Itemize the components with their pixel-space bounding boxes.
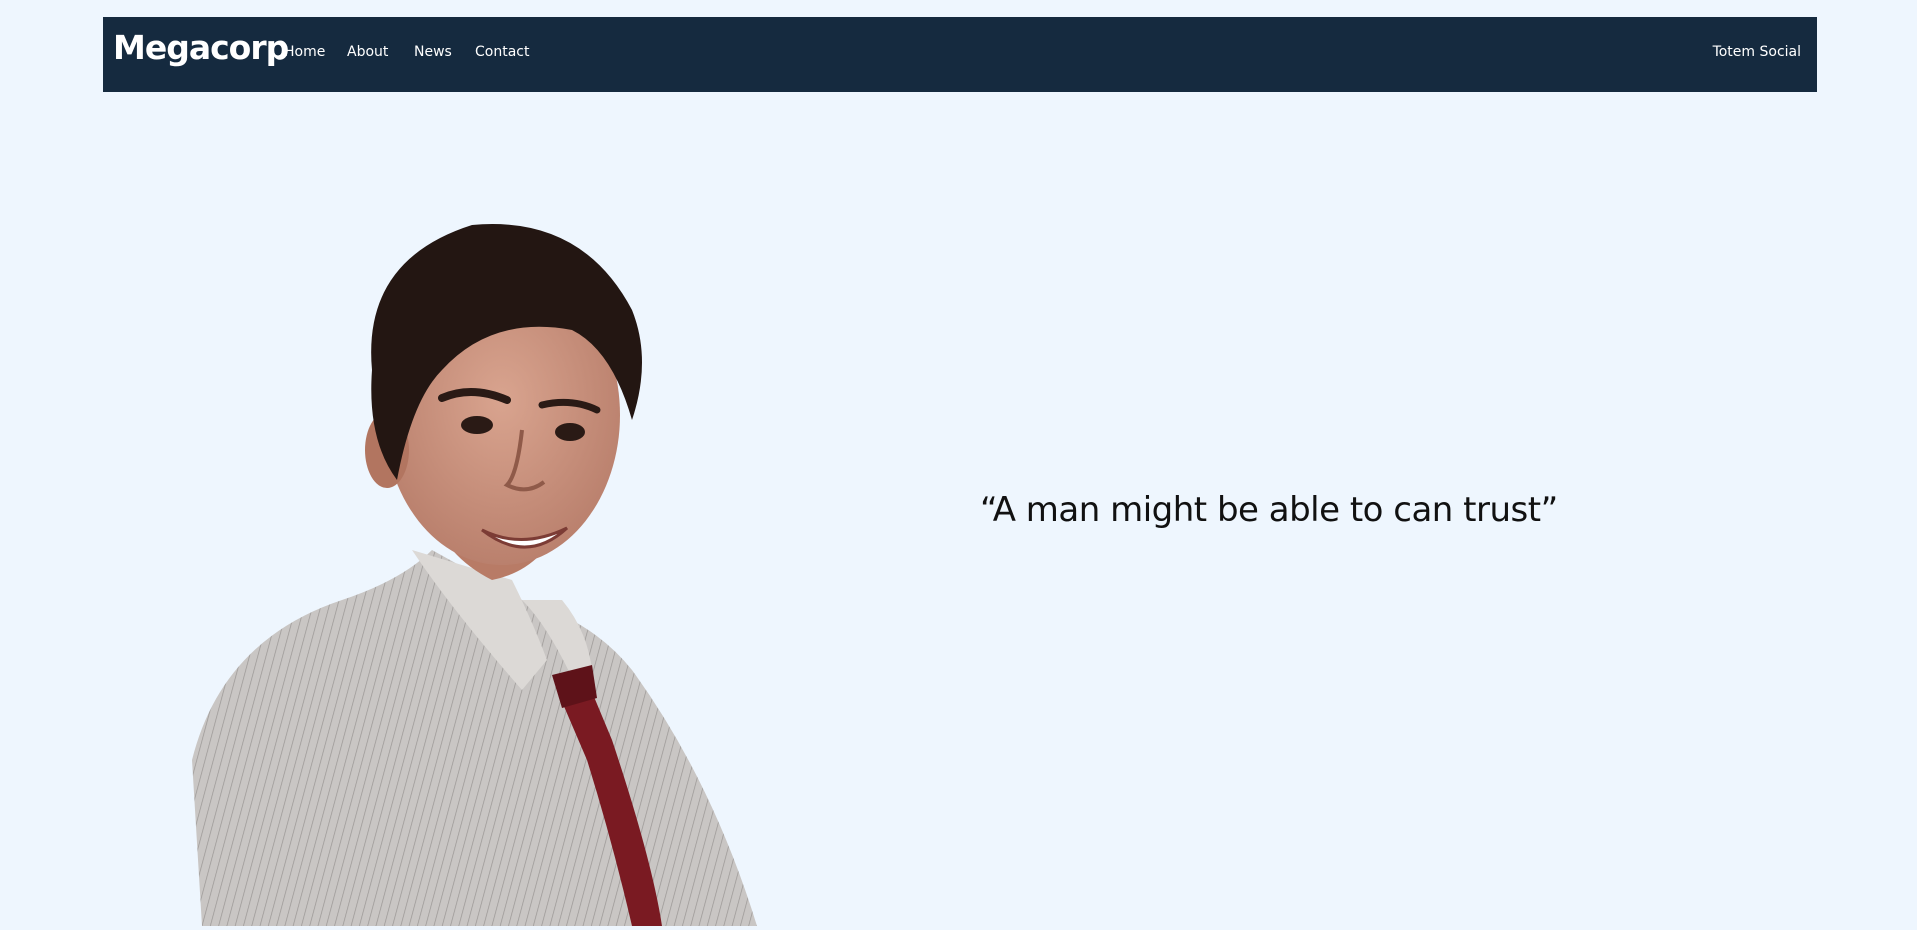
nav-link-home[interactable]: Home [284, 44, 325, 60]
nav-link-about[interactable]: About [347, 44, 388, 60]
nav-link-news[interactable]: News [414, 44, 452, 60]
portrait-illustration [192, 224, 757, 926]
top-navbar: Megacorp Home About News Contact Totem S… [103, 17, 1817, 92]
brand-logo-link[interactable]: Megacorp [113, 28, 289, 67]
nav-link-totem-social[interactable]: Totem Social [1713, 44, 1801, 60]
hero-quote: “A man might be able to can trust” [980, 490, 1558, 530]
nav-link-contact[interactable]: Contact [475, 44, 529, 60]
portrait-image [192, 220, 757, 926]
